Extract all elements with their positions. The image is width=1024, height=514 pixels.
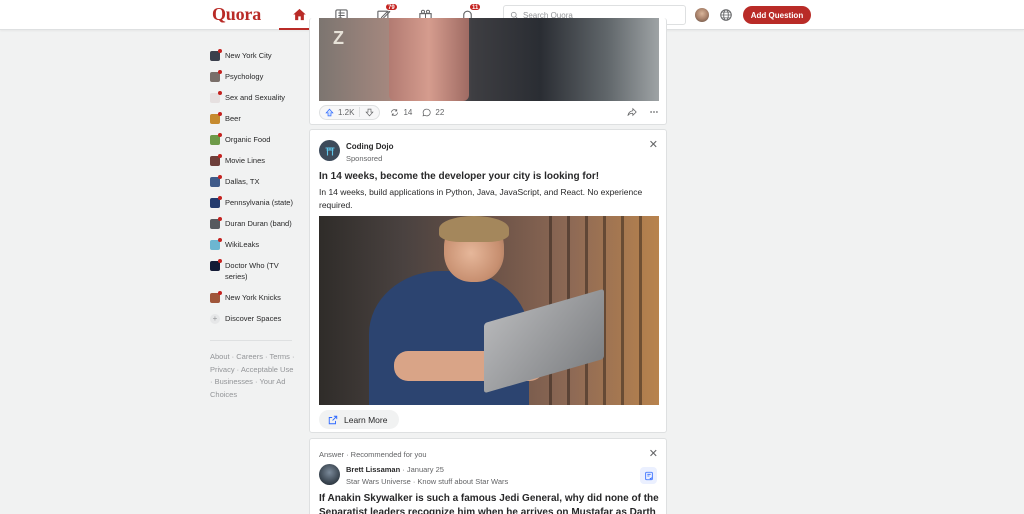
discover-spaces-label: Discover Spaces [225, 314, 282, 323]
external-link-icon [328, 415, 338, 424]
post-image: Z [319, 18, 659, 101]
sidebar-space-item[interactable]: Pennsylvania (state) [210, 196, 300, 208]
space-icon [210, 217, 222, 229]
spaces-sidebar: New York City Psychology Sex and Sexuality… [210, 49, 300, 401]
sidebar-item-label: Dallas, TX [225, 177, 260, 186]
answer-date: · January 25 [402, 465, 444, 474]
globe-icon[interactable] [719, 8, 733, 22]
add-question-button[interactable]: Add Question [743, 6, 811, 24]
sidebar-divider [210, 340, 292, 341]
follow-icon [644, 471, 653, 480]
sidebar-item-label: New York City [225, 51, 272, 60]
author-line: Brett Lissaman · January 25 [346, 465, 444, 474]
user-avatar[interactable] [695, 8, 709, 22]
unread-dot-icon [218, 238, 222, 242]
unread-dot-icon [218, 291, 222, 295]
sidebar-space-item[interactable]: Organic Food [210, 133, 300, 145]
space-icon [210, 133, 222, 145]
home-icon [292, 8, 306, 20]
close-icon[interactable]: ✕ [649, 140, 658, 151]
share-button[interactable]: 14 [390, 108, 412, 117]
sidebar-item-label: New York Knicks [225, 293, 281, 302]
sidebar-space-item[interactable]: WikiLeaks [210, 238, 300, 250]
sidebar-space-item[interactable]: Dallas, TX [210, 175, 300, 187]
share-count: 14 [403, 107, 413, 117]
author-credential[interactable]: Star Wars Universe · Know stuff about St… [346, 477, 508, 486]
sidebar-item-label: Doctor Who (TV series) [225, 261, 279, 281]
space-icon [210, 91, 222, 103]
sponsored-ad-card: Coding Dojo Sponsored ✕ In 14 weeks, bec… [309, 129, 667, 433]
comment-count: 22 [435, 107, 445, 117]
space-icon [210, 291, 222, 303]
post-action-bar: 1.2K 14 22 [319, 104, 659, 120]
quora-logo[interactable]: Quora [212, 4, 261, 25]
space-icon [210, 196, 222, 208]
upvote-icon[interactable] [325, 108, 334, 117]
reshare-icon [391, 108, 399, 116]
recommendation-label: Answer · Recommended for you [319, 450, 427, 459]
sidebar-space-item[interactable]: Duran Duran (band) [210, 217, 300, 229]
learn-more-label: Learn More [344, 414, 388, 425]
feed-post-card: Z 1.2K 14 22 [309, 18, 667, 125]
vote-control: 1.2K [319, 104, 381, 120]
sidebar-item-label: Psychology [225, 72, 264, 81]
space-icon [210, 70, 222, 82]
ad-body-text: In 14 weeks, build applications in Pytho… [319, 187, 643, 210]
comment-button[interactable]: 22 [422, 108, 444, 117]
answer-card: Answer · Recommended for you ✕ Brett Lis… [309, 438, 667, 514]
space-icon [210, 154, 222, 166]
comment-icon [423, 108, 431, 116]
notifications-badge: 11 [469, 3, 482, 11]
torii-gate-icon [325, 146, 334, 155]
advertiser-logo[interactable] [319, 140, 340, 161]
sidebar-space-item[interactable]: New York City [210, 49, 300, 61]
space-icon [210, 112, 222, 124]
advertiser-name[interactable]: Coding Dojo [346, 142, 394, 151]
learn-more-button[interactable]: Learn More [319, 410, 400, 429]
question-title[interactable]: If Anakin Skywalker is such a famous Jed… [319, 492, 659, 514]
author-avatar[interactable] [319, 464, 340, 485]
unread-dot-icon [218, 196, 222, 200]
upvote-count[interactable]: 1.2K [338, 108, 354, 117]
sidebar-item-label: Organic Food [225, 135, 271, 144]
space-icon [210, 238, 222, 250]
author-name[interactable]: Brett Lissaman [346, 465, 400, 474]
unread-dot-icon [218, 70, 222, 74]
sidebar-item-label: Duran Duran (band) [225, 219, 292, 228]
unread-dot-icon [218, 91, 222, 95]
close-icon[interactable]: ✕ [649, 449, 658, 460]
sidebar-space-item[interactable]: Psychology [210, 70, 300, 82]
sidebar-item-label: WikiLeaks [225, 240, 260, 249]
unread-dot-icon [218, 154, 222, 158]
footer-links[interactable]: About · Careers · Terms · Privacy · Acce… [210, 351, 295, 401]
unread-dot-icon [218, 217, 222, 221]
answer-badge: 79 [385, 3, 398, 11]
sidebar-space-item[interactable]: Doctor Who (TV series) [210, 259, 300, 282]
sidebar-item-label: Beer [225, 114, 241, 123]
discover-spaces-link[interactable]: + Discover Spaces [210, 313, 300, 324]
sidebar-space-item[interactable]: Movie Lines [210, 154, 300, 166]
space-icon [210, 175, 222, 187]
downvote-icon[interactable] [365, 108, 375, 117]
sidebar-item-label: Pennsylvania (state) [225, 198, 293, 207]
share-arrow-icon[interactable] [627, 107, 637, 117]
space-icon [210, 259, 222, 271]
ad-image[interactable] [319, 216, 659, 405]
follow-button[interactable] [640, 467, 657, 484]
space-icon [210, 49, 222, 61]
sidebar-item-label: Sex and Sexuality [225, 93, 286, 102]
sidebar-space-item[interactable]: New York Knicks [210, 291, 300, 303]
unread-dot-icon [218, 133, 222, 137]
more-options-icon[interactable] [649, 107, 659, 117]
unread-dot-icon [218, 259, 222, 263]
ad-headline[interactable]: In 14 weeks, become the developer your c… [319, 171, 599, 182]
sidebar-space-item[interactable]: Sex and Sexuality [210, 91, 300, 103]
sidebar-item-label: Movie Lines [225, 156, 266, 165]
plus-icon: + [210, 314, 220, 324]
sidebar-space-item[interactable]: Beer [210, 112, 300, 124]
sponsored-label: Sponsored [346, 154, 383, 163]
unread-dot-icon [218, 49, 222, 53]
unread-dot-icon [218, 112, 222, 116]
unread-dot-icon [218, 175, 222, 179]
